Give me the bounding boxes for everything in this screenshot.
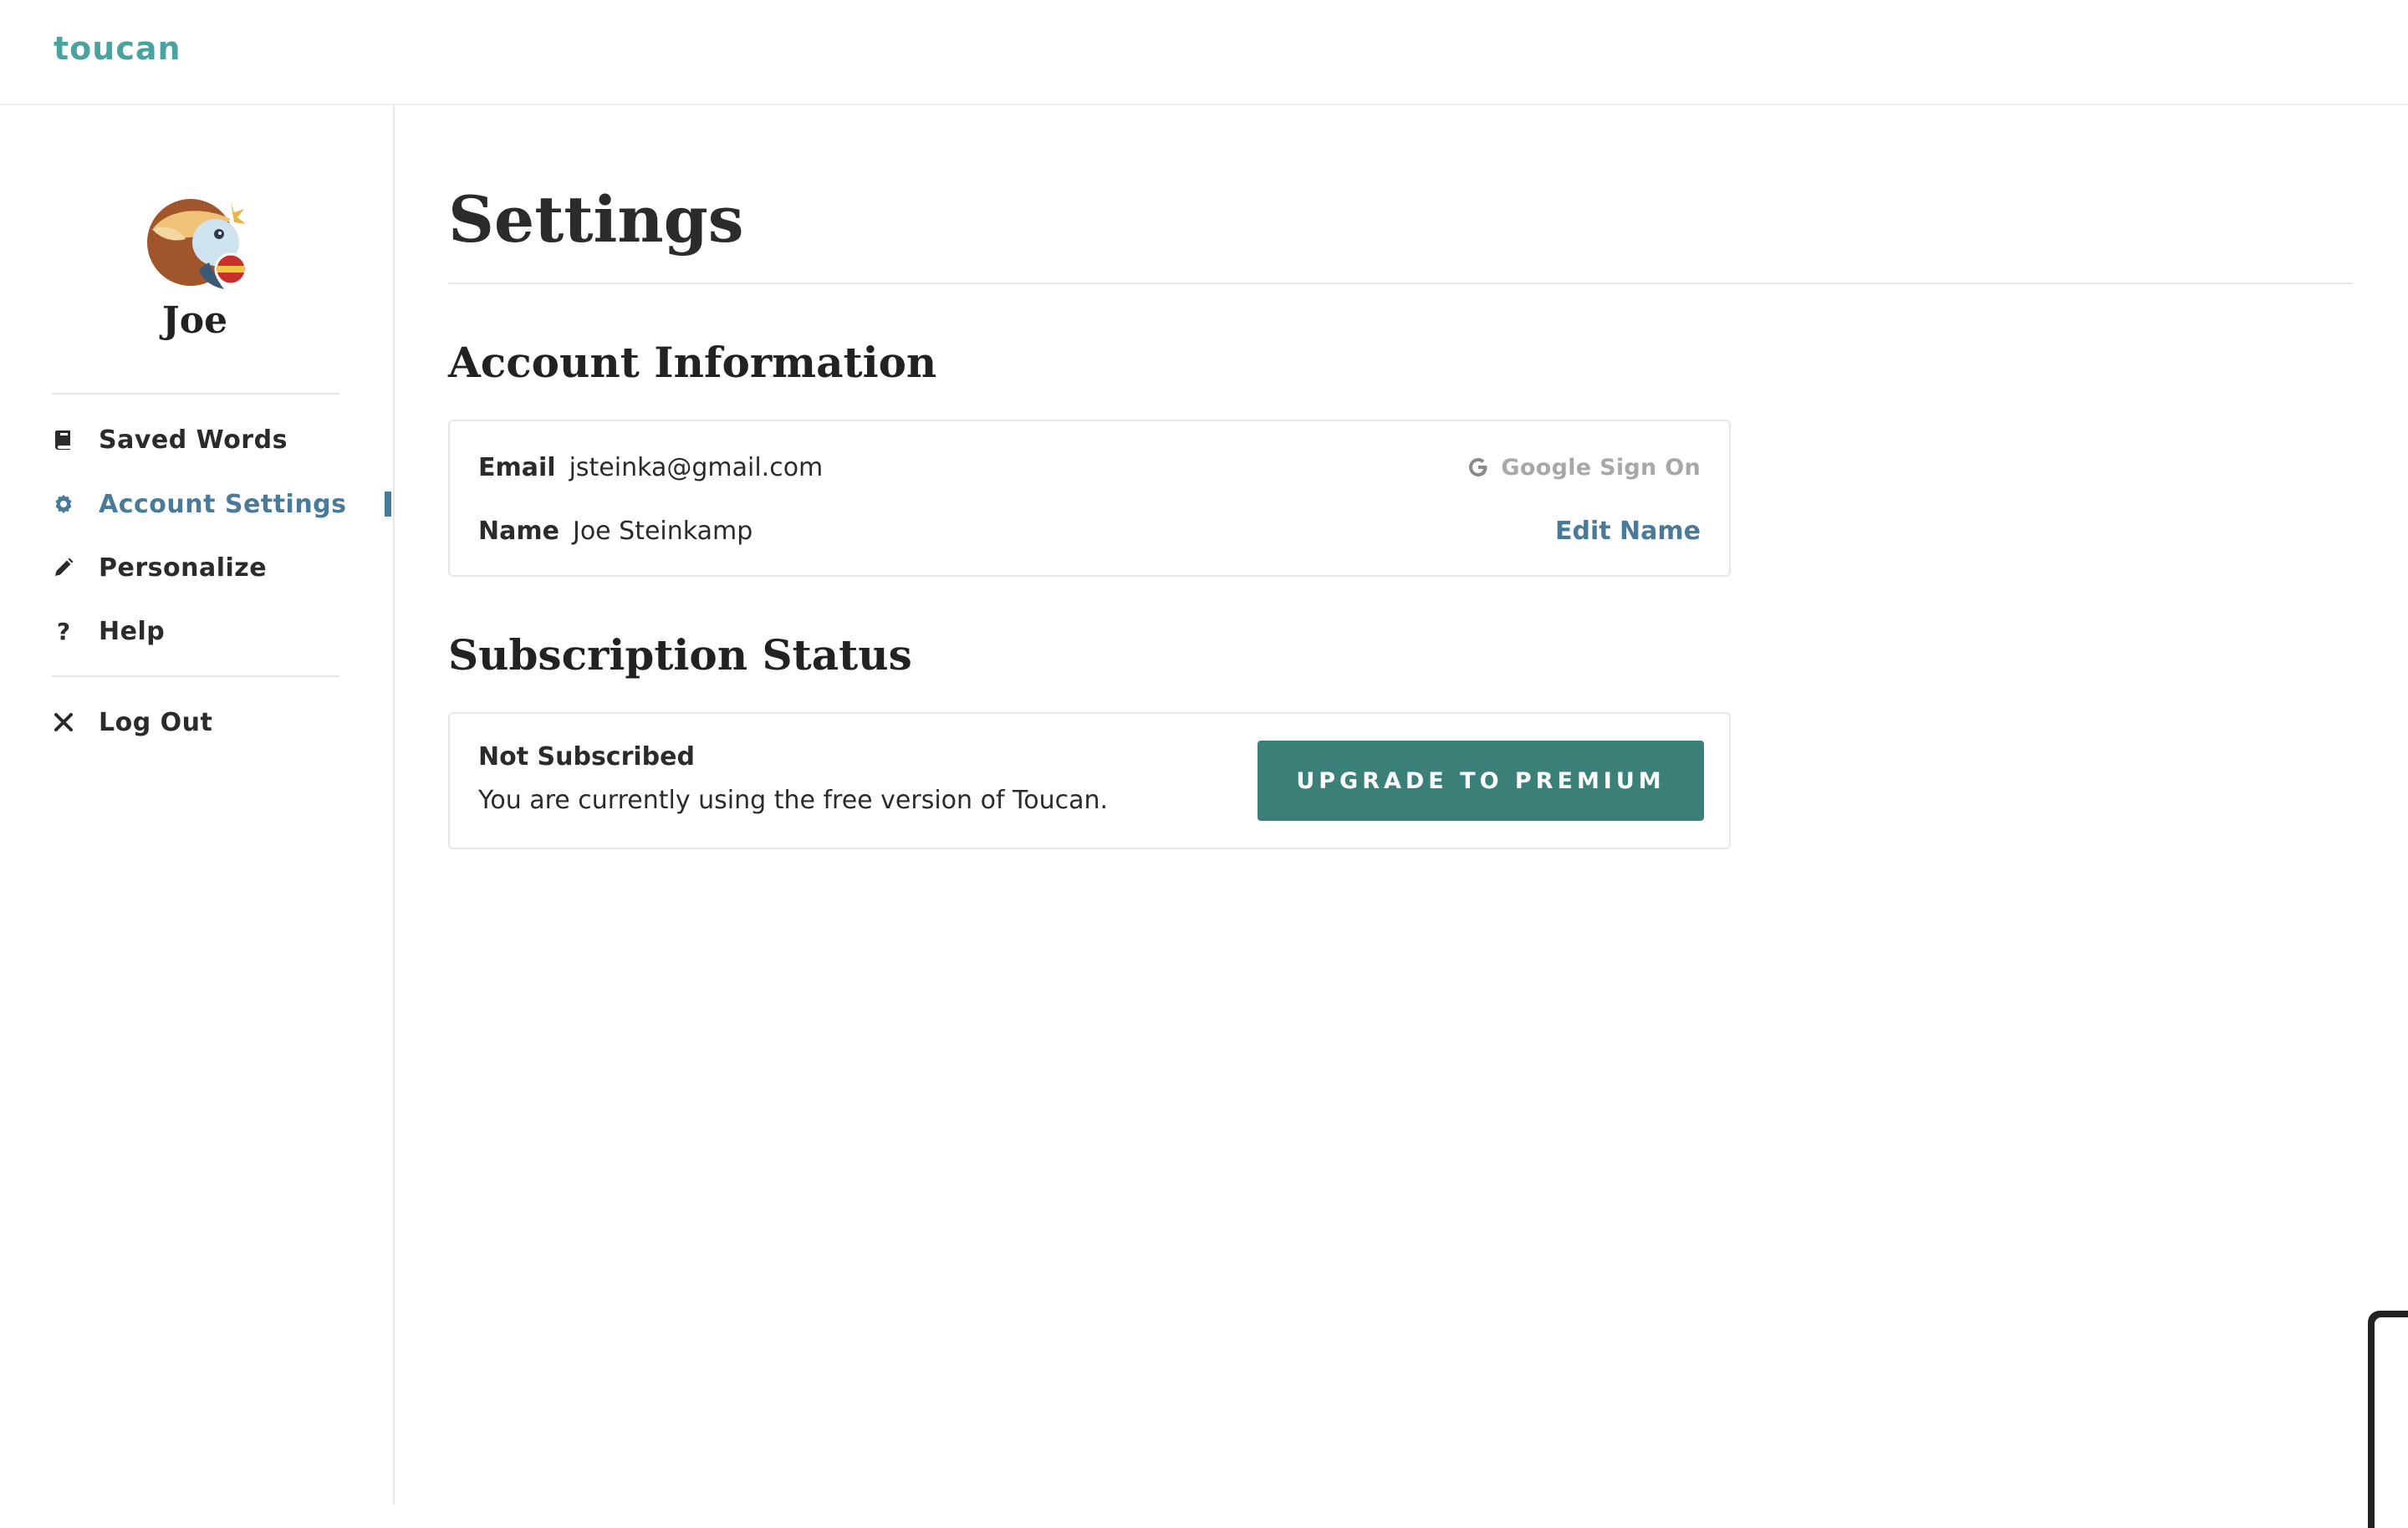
toucan-logo[interactable]: toucan xyxy=(54,30,181,67)
sidebar: Joe Saved Words Account Settings Persona… xyxy=(0,105,395,1505)
google-sign-on-label: Google Sign On xyxy=(1501,454,1701,481)
close-icon xyxy=(52,711,75,734)
account-info-card: Email jsteinka@gmail.com Google Sign On … xyxy=(448,420,1731,577)
sidebar-item-personalize[interactable]: Personalize xyxy=(52,547,390,588)
sidebar-item-label: Saved Words xyxy=(99,425,288,455)
sidebar-item-help[interactable]: ? Help xyxy=(52,610,390,652)
email-row: Email jsteinka@gmail.com Google Sign On xyxy=(478,446,1701,488)
top-bar: toucan xyxy=(0,0,2408,105)
user-name: Joe xyxy=(161,299,228,342)
google-icon xyxy=(1469,458,1487,476)
subscription-card: Not Subscribed You are currently using t… xyxy=(448,712,1731,849)
subscription-description: You are currently using the free version… xyxy=(478,786,1109,815)
logout-label: Log Out xyxy=(99,707,213,737)
sidebar-item-account-settings[interactable]: Account Settings xyxy=(52,483,390,525)
name-value: Joe Steinkamp xyxy=(572,516,753,546)
subscription-heading: Subscription Status xyxy=(448,630,912,680)
title-divider xyxy=(448,283,2353,284)
gear-icon xyxy=(52,492,75,516)
sidebar-divider xyxy=(52,393,339,395)
google-sign-on: Google Sign On xyxy=(1467,455,1701,481)
email-label: Email xyxy=(478,452,556,482)
sidebar-item-saved-words[interactable]: Saved Words xyxy=(52,419,390,461)
name-row: Name Joe Steinkamp Edit Name xyxy=(478,510,1701,552)
account-info-heading: Account Information xyxy=(448,338,937,387)
sidebar-item-label: Account Settings xyxy=(99,489,347,519)
sidebar-item-label: Help xyxy=(99,616,166,646)
pencil-icon xyxy=(52,556,75,579)
page-title: Settings xyxy=(448,182,744,257)
email-value: jsteinka@gmail.com xyxy=(569,452,824,482)
name-label: Name xyxy=(478,516,559,546)
logout-button[interactable]: Log Out xyxy=(52,701,390,743)
book-icon xyxy=(52,428,75,451)
sidebar-item-label: Personalize xyxy=(99,553,268,583)
active-indicator xyxy=(385,492,391,517)
question-icon: ? xyxy=(56,617,71,645)
device-preview-thumbnail[interactable] xyxy=(2368,1311,2408,1528)
subscription-status: Not Subscribed xyxy=(478,742,695,772)
toucan-avatar-icon xyxy=(147,199,247,289)
upgrade-to-premium-button[interactable]: UPGRADE TO PREMIUM xyxy=(1258,741,1704,821)
sidebar-divider xyxy=(52,675,339,677)
edit-name-link[interactable]: Edit Name xyxy=(1555,517,1701,546)
